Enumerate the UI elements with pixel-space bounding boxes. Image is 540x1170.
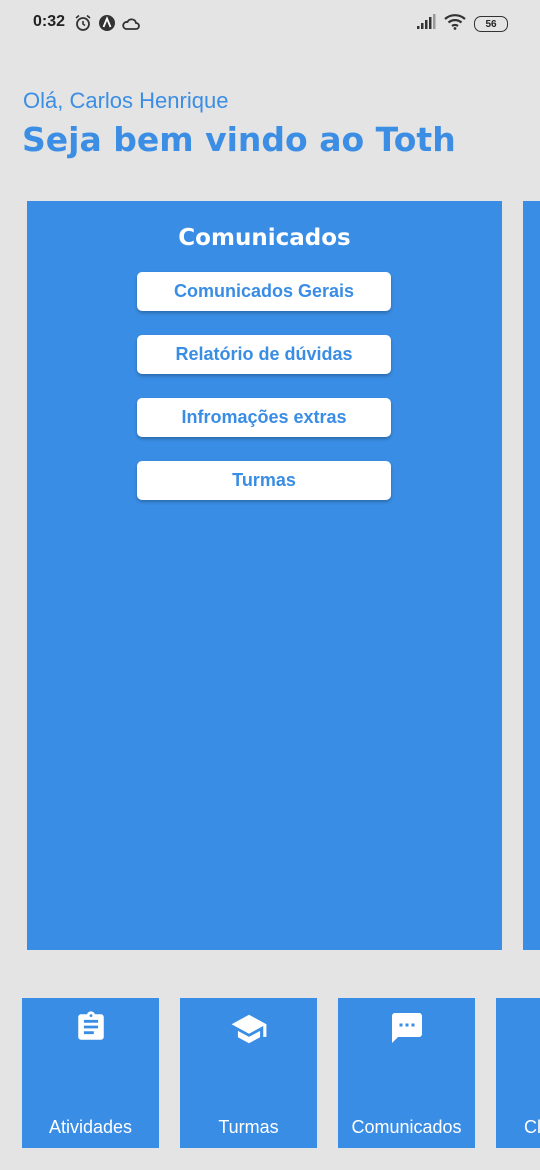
turmas-button[interactable]: Turmas <box>137 461 391 500</box>
nav-label-turmas: Turmas <box>218 1117 279 1137</box>
battery-icon: 56 <box>474 16 508 32</box>
nav-tile-atividades[interactable]: Atividades <box>22 998 159 1148</box>
card-title: Comunicados <box>178 225 351 251</box>
wifi-icon <box>444 14 466 34</box>
chat-bubble-icon <box>389 1010 425 1050</box>
clipboard-icon <box>74 1010 108 1048</box>
nav-label-atividades: Atividades <box>48 1117 133 1137</box>
graduation-cap-icon <box>230 1010 268 1052</box>
page-title: Seja bem vindo ao Toth <box>22 120 456 159</box>
status-time: 0:32 <box>33 13 66 30</box>
cloud-icon <box>122 16 140 35</box>
nav-tile-comunicados[interactable]: Comunicados <box>338 998 475 1148</box>
comunicados-card: Comunicados Comunicados Gerais Relatório… <box>27 201 502 950</box>
informacoes-extras-button[interactable]: Infromações extras <box>137 398 391 437</box>
nav-label-comunicados: Comunicados <box>351 1117 462 1137</box>
status-bar: 0:32 56 <box>0 0 540 50</box>
nav-tile-partial[interactable]: Cl <box>496 998 540 1148</box>
status-left-icons <box>74 14 140 36</box>
status-right-icons: 56 <box>416 14 508 34</box>
relatorio-de-duvidas-button[interactable]: Relatório de dúvidas <box>137 335 391 374</box>
signal-icon <box>416 14 436 34</box>
nav-tile-turmas[interactable]: Turmas <box>180 998 317 1148</box>
alarm-icon <box>74 14 92 36</box>
comunicados-gerais-button[interactable]: Comunicados Gerais <box>137 272 391 311</box>
app-a-icon <box>98 14 116 36</box>
next-card-peek[interactable] <box>523 201 540 950</box>
greeting-text: Olá, Carlos Henrique <box>23 88 229 113</box>
nav-label-partial: Cl <box>524 1117 540 1137</box>
